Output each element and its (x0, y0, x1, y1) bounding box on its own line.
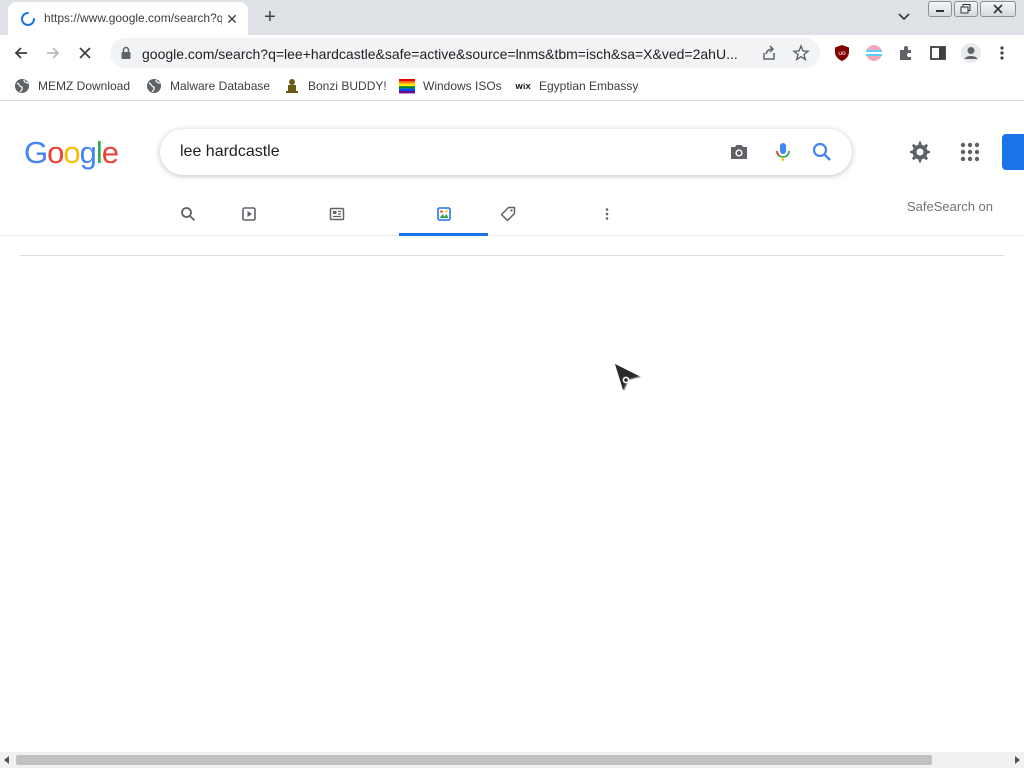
mouse-cursor-icon (615, 364, 641, 391)
horizontal-scrollbar[interactable] (0, 752, 1024, 768)
tab-videos[interactable] (233, 196, 265, 236)
back-button[interactable] (10, 42, 32, 64)
address-url[interactable]: google.com/search?q=lee+hardcastle&safe=… (142, 46, 754, 62)
rainbow-flag-icon (399, 79, 415, 94)
arrow-right-icon (47, 47, 60, 59)
more-vertical-icon (605, 208, 609, 220)
tab-strip: https://www.google.com/search?q=lee+hard… (0, 0, 1024, 35)
svg-text:uo: uo (838, 50, 846, 57)
voice-search-button[interactable] (772, 141, 794, 163)
new-tab-button[interactable]: + (258, 6, 282, 28)
logo-letter: G (24, 135, 48, 170)
logo-letter: g (79, 135, 97, 170)
bookmark-star-icon[interactable] (792, 44, 810, 62)
scroll-right-arrow-icon[interactable] (1013, 756, 1021, 764)
search-icon (812, 142, 831, 161)
bookmark-label: MEMZ Download (38, 79, 131, 93)
share-icon[interactable] (760, 44, 778, 62)
bookmark-label: Bonzi BUDDY! (308, 79, 387, 93)
search-box[interactable] (160, 129, 852, 175)
bookmarks-bar: MEMZ Download Malware Database Bonzi BUD… (0, 71, 1024, 101)
tab-all[interactable] (172, 196, 204, 236)
search-by-image-button[interactable] (728, 141, 750, 163)
bookmark-egyptian-embassy[interactable]: WiX Egyptian Embassy (515, 76, 638, 96)
search-icon (181, 207, 196, 222)
logo-letter: o (63, 135, 80, 170)
ublock-origin-icon[interactable]: uo (833, 44, 851, 62)
bookmark-label: Malware Database (170, 79, 271, 93)
scroll-left-arrow-icon[interactable] (3, 756, 11, 764)
tab-title: https://www.google.com/search?q=lee+hard… (44, 11, 222, 25)
google-logo[interactable]: Google (24, 135, 119, 171)
google-apps-grid-icon[interactable] (958, 140, 982, 164)
loading-spinner-icon (21, 12, 35, 26)
logo-letter: e (101, 135, 119, 170)
browser-toolbar: google.com/search?q=lee+hardcastle&safe=… (0, 35, 1024, 71)
microphone-icon (776, 143, 790, 161)
globe-icon (15, 79, 29, 93)
search-input[interactable] (180, 140, 700, 164)
globe-icon (147, 79, 161, 93)
bookmark-memz-download[interactable]: MEMZ Download (14, 76, 130, 96)
restore-button[interactable] (954, 1, 978, 17)
minimize-button[interactable] (928, 1, 952, 17)
tab-images[interactable] (399, 196, 488, 236)
news-icon (329, 207, 345, 221)
sign-in-button[interactable] (1002, 134, 1024, 170)
close-window-button[interactable] (980, 1, 1016, 17)
address-bar[interactable]: google.com/search?q=lee+hardcastle&safe=… (110, 38, 820, 68)
scrollbar-thumb[interactable] (16, 755, 932, 765)
safesearch-status[interactable]: SafeSearch on (907, 199, 993, 214)
browser-tab-active[interactable]: https://www.google.com/search?q=lee+hard… (8, 2, 248, 35)
tab-news[interactable] (321, 196, 353, 236)
profile-extension-icon[interactable] (865, 44, 883, 62)
forward-button[interactable] (42, 42, 64, 64)
bookmark-bonzi-buddy[interactable]: Bonzi BUDDY! (284, 76, 387, 96)
bookmark-label: Egyptian Embassy (539, 79, 639, 93)
tab-more[interactable] (595, 196, 619, 236)
search-tabs-bar (0, 196, 1024, 236)
lock-icon[interactable] (120, 46, 132, 60)
bookmark-malware-database[interactable]: Malware Database (146, 76, 270, 96)
svg-text:WiX: WiX (515, 83, 531, 91)
browser-menu-icon[interactable] (993, 44, 1011, 62)
stop-loading-button[interactable] (74, 42, 96, 64)
bonzi-icon (286, 79, 298, 93)
tag-icon (500, 206, 516, 222)
tab-close-icon[interactable]: ✕ (224, 11, 240, 27)
side-panel-icon[interactable] (929, 44, 947, 62)
stop-x-icon (79, 47, 91, 59)
tab-search-chevron-icon[interactable] (894, 8, 914, 26)
logo-letter: o (47, 135, 64, 170)
results-divider (20, 255, 1004, 256)
bookmark-label: Windows ISOs (423, 79, 502, 93)
search-submit-button[interactable] (811, 141, 833, 163)
profile-avatar-icon[interactable] (960, 42, 982, 64)
bookmark-windows-isos[interactable]: Windows ISOs (399, 76, 502, 96)
camera-icon (731, 145, 747, 159)
arrow-left-icon (14, 47, 27, 59)
image-icon (436, 207, 451, 221)
settings-gear-icon[interactable] (908, 140, 932, 164)
tab-shopping[interactable] (492, 196, 524, 236)
wix-icon: WiX (515, 83, 531, 91)
video-icon (242, 207, 256, 221)
extensions-puzzle-icon[interactable] (897, 44, 915, 62)
